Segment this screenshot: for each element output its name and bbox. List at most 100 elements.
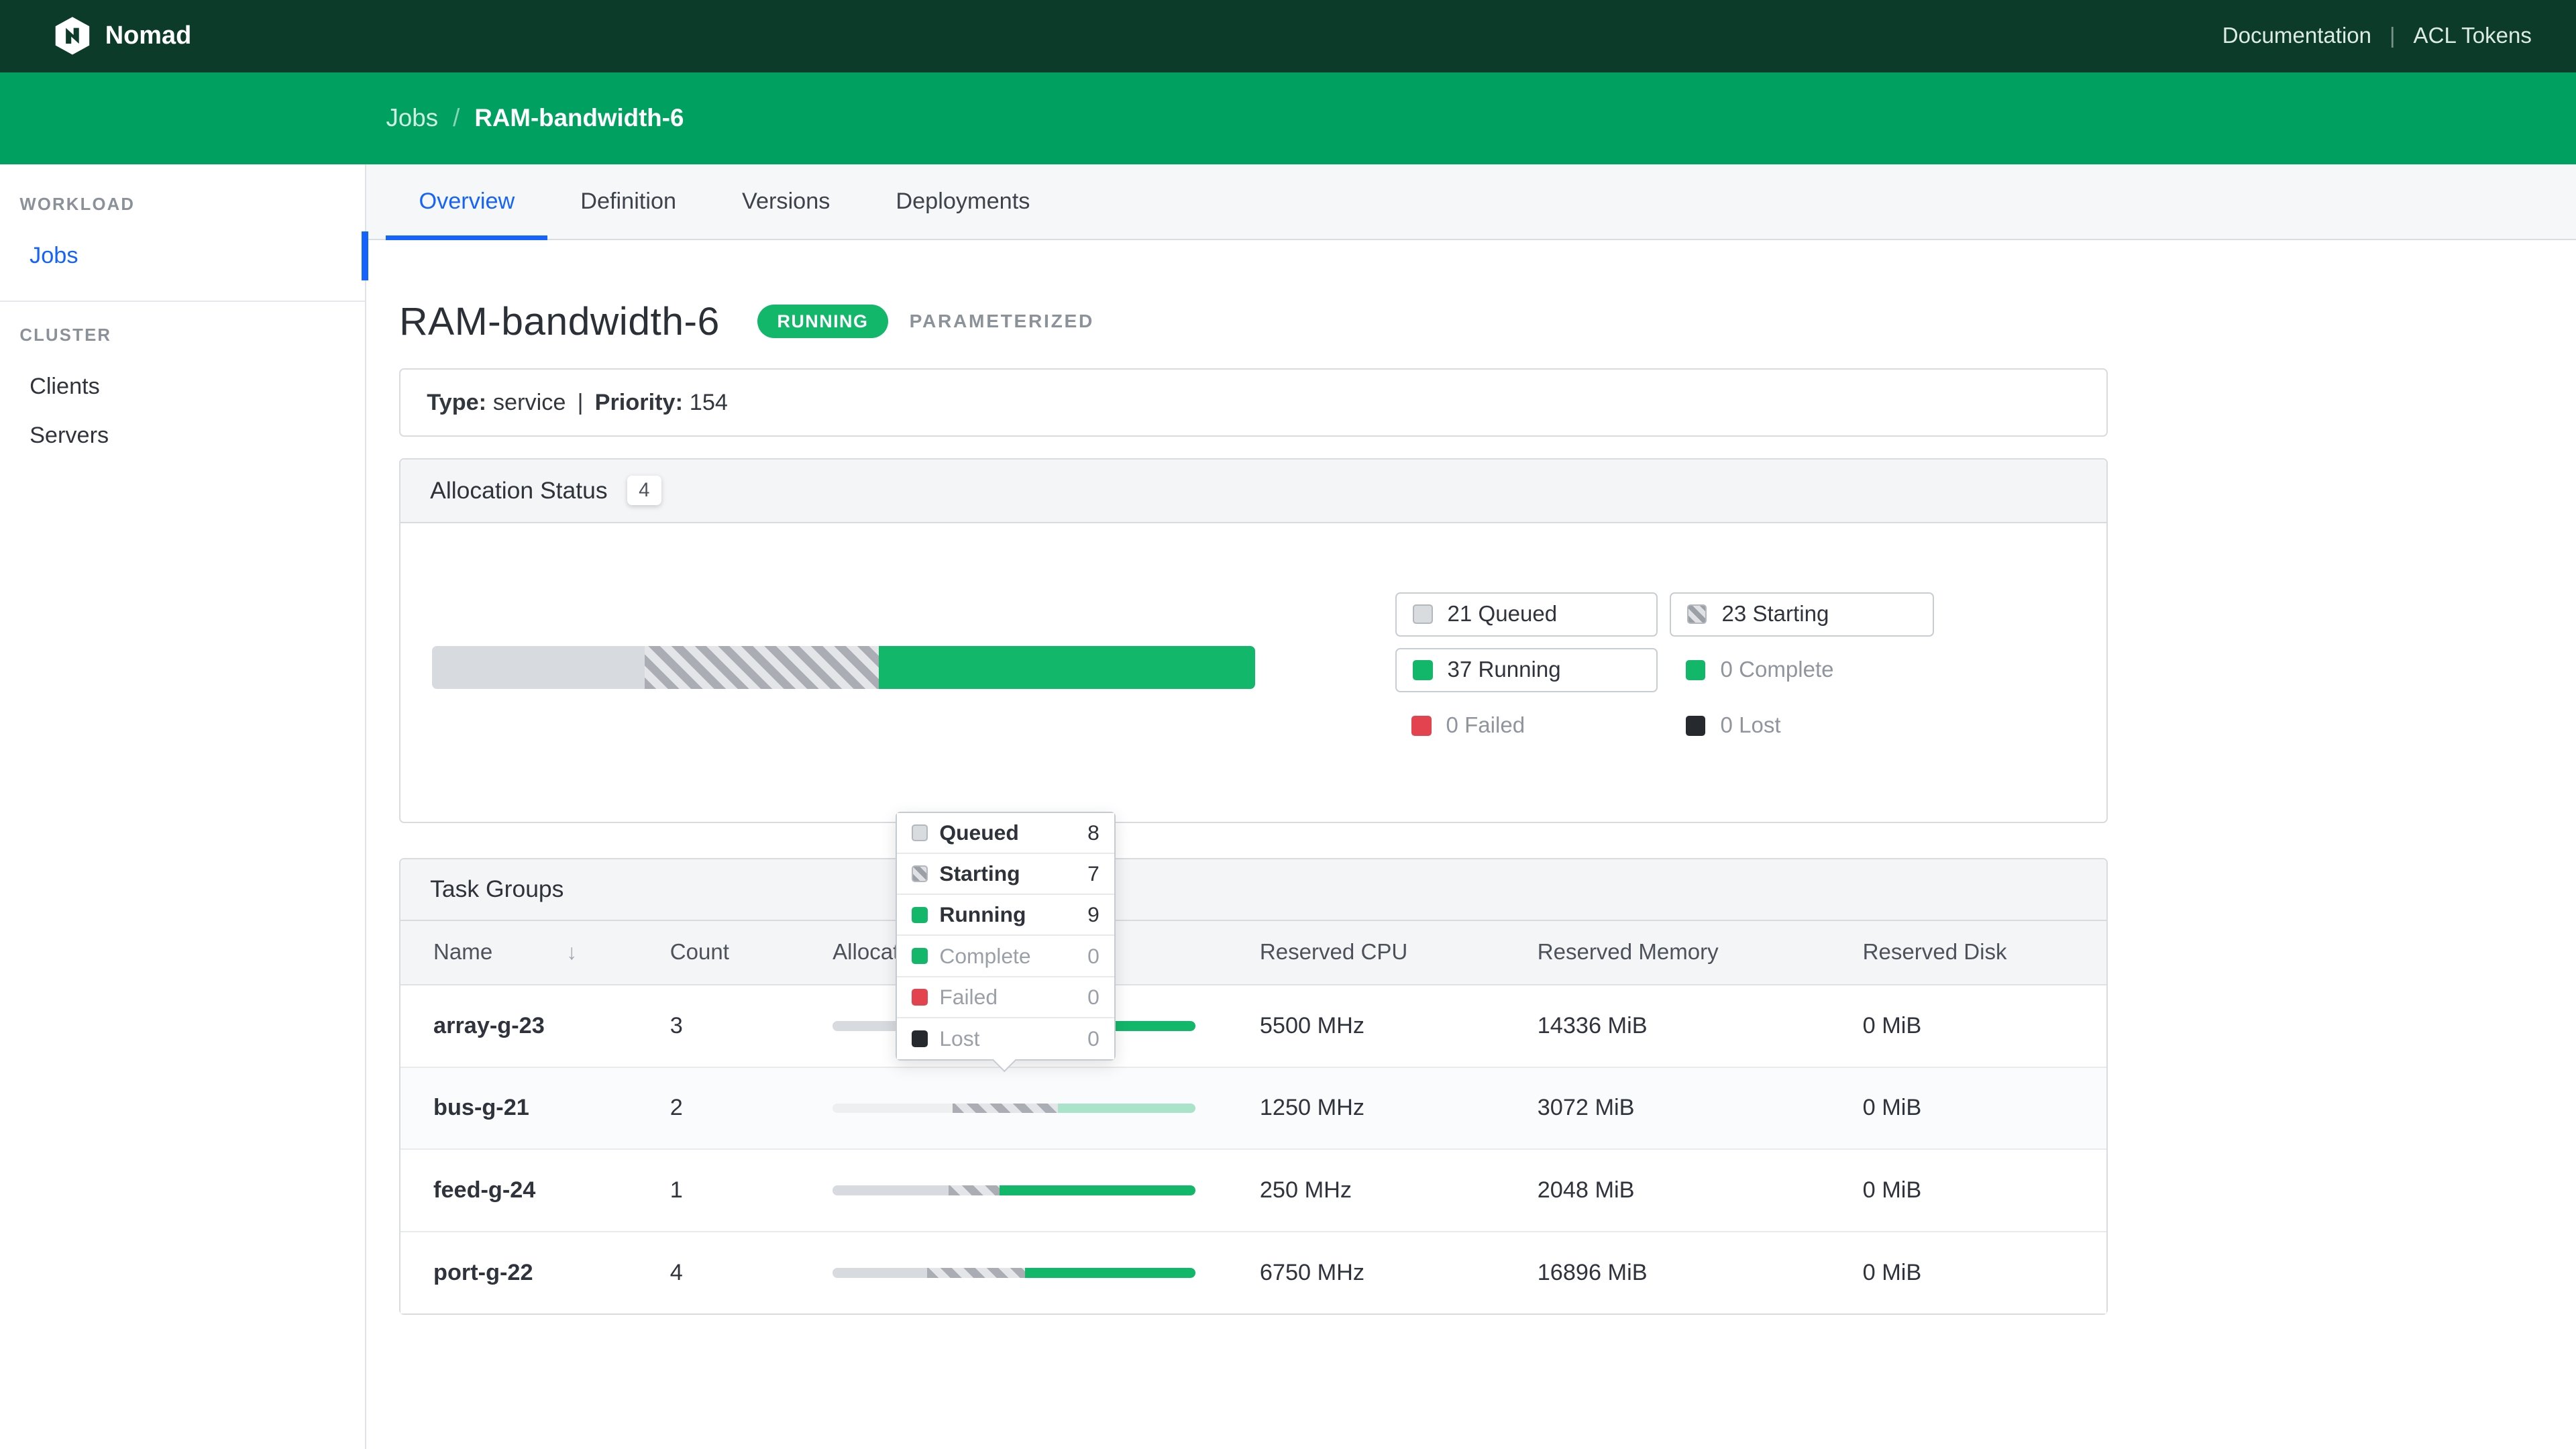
running-swatch-icon bbox=[1413, 660, 1433, 680]
task-group-count: 4 bbox=[669, 1231, 833, 1314]
task-groups-title: Task Groups bbox=[430, 875, 564, 903]
task-group-disk: 0 MiB bbox=[1862, 1231, 2107, 1314]
parameterized-tag: PARAMETERIZED bbox=[909, 311, 1094, 332]
sort-desc-icon: ↓ bbox=[566, 940, 578, 965]
tooltip-row-complete: Complete 0 bbox=[896, 936, 1114, 977]
status-badge: RUNNING bbox=[757, 304, 888, 339]
legend-failed-label: 0 Failed bbox=[1446, 713, 1525, 739]
sidebar-heading-workload: WORKLOAD bbox=[19, 195, 136, 215]
sidebar-heading-cluster: CLUSTER bbox=[19, 326, 112, 345]
page-title: RAM-bandwidth-6 bbox=[399, 299, 720, 343]
acl-tokens-link[interactable]: ACL Tokens bbox=[2414, 23, 2532, 49]
legend-running[interactable]: 37 Running bbox=[1395, 647, 1658, 692]
brand-label: Nomad bbox=[105, 21, 192, 50]
task-group-memory: 2048 MiB bbox=[1537, 1149, 1863, 1232]
nomad-job-page: { "colors": { "topnav_bg": "#0c3b2a", "b… bbox=[0, 0, 2576, 1449]
sidebar-divider bbox=[0, 300, 366, 302]
task-group-name[interactable]: feed-g-24 bbox=[400, 1149, 670, 1232]
column-header-count[interactable]: Count bbox=[669, 920, 833, 986]
content: RAM-bandwidth-6 RUNNING PARAMETERIZED Ty… bbox=[366, 299, 2576, 1413]
allocation-minibar[interactable] bbox=[833, 1267, 1196, 1278]
nomad-logo-icon bbox=[54, 16, 91, 56]
legend-running-label: 37 Running bbox=[1447, 657, 1561, 682]
task-group-alloc-cell bbox=[833, 1067, 1260, 1150]
allocation-status-body: 21 Queued 23 Starting 37 Running 0 Compl… bbox=[400, 523, 2106, 822]
task-group-alloc-cell bbox=[833, 1149, 1260, 1232]
task-groups-table: Name↓ Count Allocation Status Reserved C… bbox=[400, 920, 2107, 1314]
legend-starting[interactable]: 23 Starting bbox=[1669, 592, 1934, 637]
nomad-brand[interactable]: Nomad bbox=[54, 16, 191, 56]
tooltip-row-failed: Failed 0 bbox=[896, 977, 1114, 1018]
task-groups-header: Task Groups bbox=[400, 859, 2107, 921]
tab-versions[interactable]: Versions bbox=[709, 164, 863, 239]
tab-deployments[interactable]: Deployments bbox=[863, 164, 1063, 239]
legend-lost: 0 Lost bbox=[1670, 704, 1934, 748]
task-group-name[interactable]: port-g-22 bbox=[400, 1231, 670, 1314]
task-group-cpu: 5500 MHz bbox=[1259, 985, 1538, 1068]
legend-complete-label: 0 Complete bbox=[1720, 657, 1834, 682]
allocation-minibar[interactable] bbox=[833, 1185, 1196, 1195]
task-group-row-bus-g-21[interactable]: bus-g-21 2 1250 MHz 3072 MiB 0 MiB bbox=[400, 1067, 2107, 1150]
column-header-name[interactable]: Name ↓ bbox=[400, 920, 670, 986]
tooltip-row-queued: Queued 8 bbox=[896, 812, 1114, 854]
page-shell: WORKLOAD Jobs CLUSTER Clients Servers Ov… bbox=[0, 164, 2576, 1449]
allocation-status-chart bbox=[431, 646, 1255, 690]
allocation-minibar[interactable] bbox=[833, 1103, 1196, 1114]
priority-label: Priority: bbox=[594, 389, 683, 415]
task-group-count: 3 bbox=[669, 985, 833, 1068]
task-group-row-feed-g-24[interactable]: feed-g-24 1 250 MHz 2048 MiB 0 MiB bbox=[400, 1149, 2107, 1232]
complete-swatch-icon bbox=[911, 947, 928, 965]
allocation-status-count-badge: 4 bbox=[627, 476, 661, 506]
sidebar-item-jobs[interactable]: Jobs bbox=[0, 231, 369, 280]
legend-starting-label: 23 Starting bbox=[1721, 601, 1829, 627]
queued-swatch-icon bbox=[1413, 604, 1433, 625]
queued-swatch-icon bbox=[911, 824, 928, 841]
task-group-name[interactable]: bus-g-21 bbox=[400, 1067, 670, 1150]
task-group-alloc-cell bbox=[833, 1231, 1260, 1314]
legend-complete: 0 Complete bbox=[1670, 648, 1934, 692]
column-header-reserved-disk[interactable]: Reserved Disk bbox=[1862, 920, 2107, 986]
column-header-reserved-memory[interactable]: Reserved Memory bbox=[1537, 920, 1863, 986]
task-group-count: 2 bbox=[669, 1067, 833, 1150]
sidebar-item-clients[interactable]: Clients bbox=[0, 362, 365, 411]
breadcrumb: Jobs / RAM-bandwidth-6 bbox=[0, 72, 2576, 164]
job-meta: Type: service | Priority: 154 bbox=[399, 368, 2108, 437]
priority-value: 154 bbox=[689, 389, 728, 415]
documentation-link[interactable]: Documentation bbox=[2222, 23, 2371, 49]
task-group-count: 1 bbox=[669, 1149, 833, 1232]
task-group-disk: 0 MiB bbox=[1862, 1067, 2107, 1150]
allocation-legend: 21 Queued 23 Starting 37 Running 0 Compl… bbox=[1395, 592, 1934, 749]
task-group-row-port-g-22[interactable]: port-g-22 4 6750 MHz 16896 MiB 0 MiB bbox=[400, 1231, 2107, 1314]
sidebar-item-servers[interactable]: Servers bbox=[0, 411, 365, 460]
legend-failed: 0 Failed bbox=[1395, 704, 1658, 748]
column-header-reserved-cpu[interactable]: Reserved CPU bbox=[1259, 920, 1538, 986]
sidebar: WORKLOAD Jobs CLUSTER Clients Servers bbox=[0, 164, 369, 1449]
failed-swatch-icon bbox=[911, 989, 928, 1006]
task-group-memory: 14336 MiB bbox=[1537, 985, 1863, 1068]
starting-swatch-icon bbox=[911, 865, 928, 882]
allocation-status-header: Allocation Status 4 bbox=[400, 460, 2107, 523]
breadcrumb-current: RAM-bandwidth-6 bbox=[474, 104, 684, 132]
task-group-name[interactable]: array-g-23 bbox=[400, 985, 670, 1068]
top-nav-links: Documentation | ACL Tokens bbox=[2222, 23, 2532, 49]
starting-swatch-icon bbox=[1687, 604, 1707, 625]
task-group-disk: 0 MiB bbox=[1862, 985, 2107, 1068]
legend-queued-label: 21 Queued bbox=[1447, 601, 1558, 627]
title-row: RAM-bandwidth-6 RUNNING PARAMETERIZED bbox=[399, 299, 2576, 344]
type-label: Type: bbox=[427, 389, 487, 415]
legend-queued[interactable]: 21 Queued bbox=[1395, 592, 1658, 637]
lost-swatch-icon bbox=[1686, 716, 1706, 736]
complete-swatch-icon bbox=[1686, 660, 1706, 680]
task-group-row-array-g-23[interactable]: array-g-23 3 5500 MHz 14336 MiB 0 MiB bbox=[400, 985, 2107, 1068]
task-group-disk: 0 MiB bbox=[1862, 1149, 2107, 1232]
tab-bar: Overview Definition Versions Deployments bbox=[366, 164, 2576, 241]
task-group-cpu: 250 MHz bbox=[1259, 1149, 1538, 1232]
task-groups-panel: Task Groups Name↓ Count Allocation Statu… bbox=[399, 857, 2108, 1316]
running-swatch-icon bbox=[911, 906, 928, 924]
breadcrumb-jobs[interactable]: Jobs bbox=[386, 104, 439, 132]
tab-overview[interactable]: Overview bbox=[386, 164, 548, 241]
task-group-memory: 16896 MiB bbox=[1537, 1231, 1863, 1314]
allocation-status-panel: Allocation Status 4 21 Queued 23 Startin… bbox=[399, 458, 2108, 824]
tab-definition[interactable]: Definition bbox=[547, 164, 709, 239]
legend-lost-label: 0 Lost bbox=[1720, 713, 1781, 739]
